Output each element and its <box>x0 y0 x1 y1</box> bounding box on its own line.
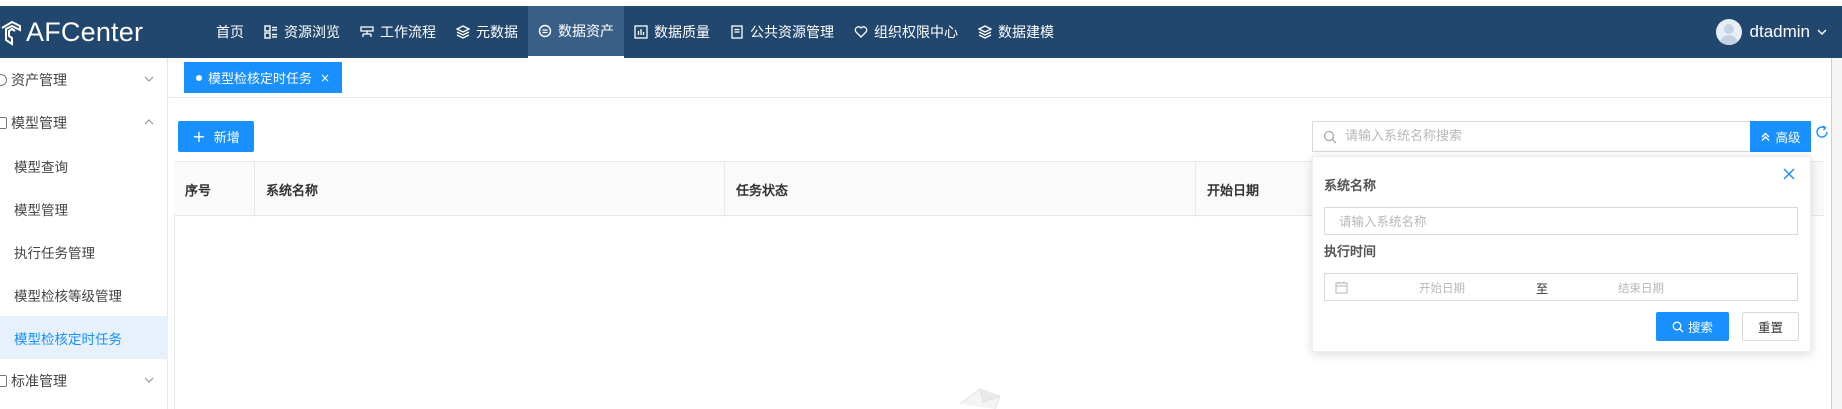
app-title: AFCenter <box>26 16 144 47</box>
scrollbar[interactable] <box>1831 58 1842 409</box>
search-button[interactable]: 搜索 <box>1656 312 1729 341</box>
nav-item-label: 资源浏览 <box>284 25 340 41</box>
model-icon <box>0 116 7 129</box>
nav-item-resource-browse[interactable]: 资源浏览 <box>254 6 350 58</box>
sidebar-item-scheduled-check[interactable]: 模型检核定时任务 <box>0 316 168 359</box>
layers-icon <box>978 25 992 39</box>
chart-icon <box>634 25 648 39</box>
document-icon <box>731 25 743 39</box>
flow-icon <box>360 26 374 37</box>
grid-list-icon <box>264 25 277 39</box>
add-button[interactable]: + 新增 <box>178 121 254 152</box>
chevron-down-icon <box>1817 29 1827 35</box>
tab-label: 模型检核定时任务 <box>208 72 313 87</box>
advanced-button-label: 高级 <box>1775 130 1801 145</box>
search-button-label: 搜索 <box>1687 320 1713 335</box>
user-menu[interactable]: dtadmin <box>1715 19 1828 45</box>
date-range-picker[interactable]: 开始日期 至 结束日期 <box>1324 273 1798 301</box>
logo-icon <box>1 20 21 46</box>
sidebar-item-label: 执行任务管理 <box>14 245 95 262</box>
advanced-button[interactable]: 高级 <box>1750 121 1811 152</box>
sidebar-item-label: 模型查询 <box>14 159 68 176</box>
main-nav: 首页 资源浏览 工作流程 元数据 数据资产 数据质量 公共资源管理 组织权限中心… <box>206 6 1064 58</box>
sidebar-item-standard-management[interactable]: 标准管理 <box>0 359 168 402</box>
nav-item-label: 数据建模 <box>998 25 1054 41</box>
reset-button[interactable]: 重置 <box>1742 312 1799 341</box>
empty-illustration <box>959 388 1001 409</box>
sidebar-item-label: 模型管理 <box>11 115 67 132</box>
nav-item-org-permissions[interactable]: 组织权限中心 <box>844 6 968 58</box>
search-icon <box>1672 321 1684 332</box>
system-name-label: 系统名称 <box>1324 179 1377 194</box>
layers-icon <box>456 25 470 39</box>
chevron-up-icon <box>144 119 154 125</box>
sidebar-item-model-query[interactable]: 模型查询 <box>0 144 168 187</box>
start-date-input[interactable]: 开始日期 <box>1419 280 1465 296</box>
sidebar-item-exec-task[interactable]: 执行任务管理 <box>0 230 168 273</box>
search-icon <box>1323 130 1337 143</box>
sidebar-item-label: 模型检核定时任务 <box>14 331 122 348</box>
sidebar-item-check-level[interactable]: 模型检核等级管理 <box>0 273 168 316</box>
tab-scheduled-check[interactable]: 模型检核定时任务 × <box>184 62 343 93</box>
chevron-down-icon <box>144 76 154 82</box>
exec-time-label: 执行时间 <box>1324 245 1377 260</box>
sidebar-item-label: 模型管理 <box>14 202 68 219</box>
standard-icon <box>0 374 7 387</box>
nav-item-workflow[interactable]: 工作流程 <box>350 6 446 58</box>
nav-item-label: 首页 <box>216 25 244 41</box>
end-date-input[interactable]: 结束日期 <box>1618 280 1664 296</box>
nav-item-metadata[interactable]: 元数据 <box>446 6 528 58</box>
top-navbar: AFCenter 首页 资源浏览 工作流程 元数据 数据资产 数据质量 公共资源… <box>0 6 1842 58</box>
chevron-down-icon <box>144 377 154 383</box>
date-separator: 至 <box>1536 282 1549 296</box>
close-icon[interactable]: × <box>320 71 330 85</box>
active-dot <box>196 74 202 81</box>
sidebar-item-label: 标准管理 <box>11 373 67 390</box>
column-header-system-name: 系统名称 <box>255 162 725 217</box>
search-box <box>1312 121 1750 152</box>
database-icon <box>538 24 552 38</box>
username: dtadmin <box>1749 22 1810 41</box>
calendar-icon <box>1335 281 1348 294</box>
tabs-bar: 模型检核定时任务 × <box>169 58 1842 98</box>
nav-item-label: 组织权限中心 <box>874 25 958 41</box>
app-logo[interactable]: AFCenter <box>0 16 143 48</box>
plus-icon: + <box>192 127 206 146</box>
nav-item-label: 元数据 <box>476 25 518 41</box>
nav-item-data-modeling[interactable]: 数据建模 <box>968 6 1064 58</box>
nav-item-public-resources[interactable]: 公共资源管理 <box>720 6 844 58</box>
close-icon[interactable] <box>1782 167 1796 181</box>
nav-item-home[interactable]: 首页 <box>206 6 254 58</box>
nav-item-label: 工作流程 <box>380 25 436 41</box>
nav-item-label: 公共资源管理 <box>750 25 834 41</box>
sidebar-item-model-management[interactable]: 模型管理 <box>0 101 168 144</box>
refresh-icon[interactable] <box>1815 125 1829 139</box>
avatar <box>1715 19 1742 45</box>
add-button-label: 新增 <box>213 131 240 146</box>
sidebar-item-model-manage[interactable]: 模型管理 <box>0 187 168 230</box>
reset-button-label: 重置 <box>1757 320 1783 335</box>
column-header-index: 序号 <box>174 162 255 217</box>
heart-icon <box>854 26 868 38</box>
sidebar-item-label: 资产管理 <box>11 72 67 89</box>
advanced-search-panel: 系统名称 执行时间 开始日期 至 结束日期 搜索 重置 <box>1312 156 1811 352</box>
nav-item-data-assets[interactable]: 数据资产 <box>528 6 624 58</box>
nav-item-label: 数据质量 <box>654 25 710 41</box>
chevron-up-double-icon <box>1761 132 1770 141</box>
asset-icon <box>0 73 7 86</box>
column-header-task-status: 任务状态 <box>725 162 1196 217</box>
sidebar: 资产管理 模型管理 模型查询 模型管理 执行任务管理 模型检核等级管理 模型检核… <box>0 58 168 409</box>
nav-item-label: 数据资产 <box>558 24 614 40</box>
sidebar-item-label: 模型检核等级管理 <box>14 288 122 305</box>
system-name-field[interactable] <box>1339 213 1779 229</box>
sidebar-item-asset-management[interactable]: 资产管理 <box>0 58 168 101</box>
search-input[interactable] <box>1345 129 1725 144</box>
system-name-field-wrapper <box>1324 207 1798 235</box>
nav-item-data-quality[interactable]: 数据质量 <box>624 6 720 58</box>
